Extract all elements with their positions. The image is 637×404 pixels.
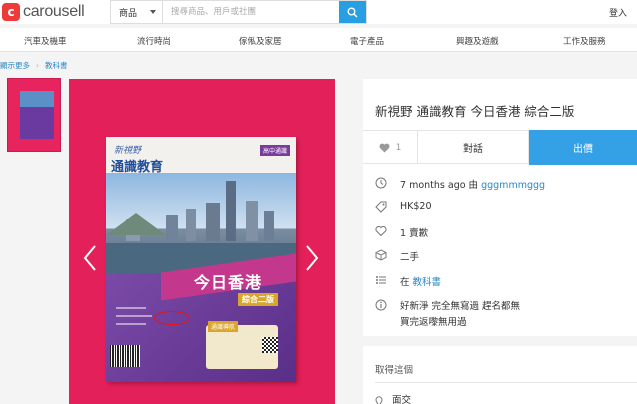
box-icon <box>375 249 387 261</box>
next-photo-arrow-icon[interactable] <box>305 244 319 272</box>
breadcrumb: 顯示更多 › 教科書 <box>0 60 68 71</box>
listing-title: 新視野 通識教育 今日香港 綜合二版 <box>375 104 575 119</box>
row-description: 好新淨 完全無寫過 趕名都無 買完返嚟無用過 <box>375 299 630 331</box>
pickup-panel: 取得這個 面交 <box>363 346 637 404</box>
price-tag-icon <box>375 201 387 213</box>
clock-icon <box>375 177 387 189</box>
chat-button[interactable]: 對話 <box>418 131 529 164</box>
pickup-title: 取得這個 <box>375 365 414 376</box>
make-offer-button[interactable]: 出價 <box>529 130 637 165</box>
heart-icon <box>379 143 390 152</box>
search-category-select[interactable]: 商品 <box>111 1 163 23</box>
breadcrumb-back[interactable]: 顯示更多 <box>0 61 30 70</box>
red-circle-mark <box>154 311 190 325</box>
list-icon <box>376 276 386 284</box>
description-line-1: 好新淨 完全無寫過 趕名都無 <box>400 301 521 312</box>
quantity-likes: 1 賣歉 <box>400 228 429 239</box>
barcode <box>110 345 140 367</box>
category-electronics[interactable]: 電子產品 <box>350 35 384 47</box>
pickup-method-row: 面交 <box>375 392 411 404</box>
like-button[interactable]: 1 <box>363 131 418 164</box>
pickup-method: 面交 <box>392 395 412 404</box>
book-hk-title: 今日香港 <box>194 273 263 292</box>
condition: 二手 <box>400 252 420 263</box>
prev-photo-arrow-icon[interactable] <box>83 244 97 272</box>
qr-code <box>262 337 278 353</box>
logo-mark-icon: c <box>2 3 20 21</box>
book-text-line <box>116 323 146 325</box>
description-line-2: 買完返嚟無用過 <box>400 317 467 328</box>
category-furniture[interactable]: 傢俬及家居 <box>239 35 282 47</box>
category-hobbies[interactable]: 興趣及遊戲 <box>456 35 499 47</box>
search-button[interactable] <box>339 1 366 23</box>
breadcrumb-separator: › <box>36 61 39 70</box>
search-input[interactable] <box>163 1 339 23</box>
chevron-down-icon <box>150 10 156 14</box>
category-vehicles[interactable]: 汽車及機車 <box>24 35 67 47</box>
category-prefix: 在 <box>400 277 410 288</box>
time-ago: 7 months ago 由 <box>400 180 479 191</box>
thumbnail-book-photo <box>20 91 54 107</box>
book-text-line <box>116 315 152 317</box>
book-tag: 高中通識 <box>259 145 290 156</box>
like-count: 1 <box>395 142 402 153</box>
book-cover-image: 高中通識 新視野 通識教育 今日香港 綜合二版 通識導航 <box>106 137 296 382</box>
main-photo: 高中通識 新視野 通識教育 今日香港 綜合二版 通識導航 <box>69 79 335 404</box>
top-header: c carousell 商品 登入 <box>0 0 637 24</box>
search-icon <box>347 7 358 18</box>
search-category-label: 商品 <box>119 8 138 19</box>
info-icon <box>375 299 387 311</box>
category-fashion[interactable]: 流行時尚 <box>137 35 171 47</box>
carousell-logo[interactable]: c carousell <box>2 2 85 22</box>
category-jobs[interactable]: 工作及服務 <box>563 35 606 47</box>
category-nav: 汽車及機車 流行時尚 傢俬及家居 電子產品 興趣及遊戲 工作及服務 <box>0 28 637 52</box>
book-edition: 綜合二版 <box>238 293 278 306</box>
location-pin-icon <box>375 395 383 404</box>
category-link[interactable]: 教科書 <box>413 277 442 288</box>
search-bar: 商品 <box>110 0 367 24</box>
breadcrumb-current[interactable]: 教科書 <box>45 61 68 70</box>
book-series: 新視野 <box>114 146 142 156</box>
action-bar: 1 對話 出價 <box>363 130 637 165</box>
book-gold-head: 通識導航 <box>208 321 239 332</box>
book-text-line <box>116 307 146 309</box>
listing-panel: 新視野 通識教育 今日香港 綜合二版 1 對話 出價 7 months ago … <box>363 79 637 336</box>
heart-outline-icon <box>375 225 387 237</box>
photo-thumbnail[interactable] <box>7 78 61 152</box>
divider <box>375 382 637 383</box>
price: HK$20 <box>400 201 432 212</box>
login-link[interactable]: 登入 <box>609 6 627 19</box>
logo-text: carousell <box>23 3 85 20</box>
seller-link[interactable]: gggmmmggg <box>481 180 545 191</box>
